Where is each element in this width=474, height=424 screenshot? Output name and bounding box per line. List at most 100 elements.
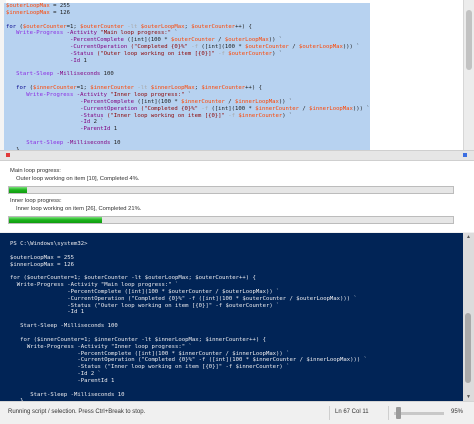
code-token: $innerLoopMax (150, 85, 195, 92)
main-progress-bar (8, 186, 454, 194)
zoom-slider-track[interactable] (394, 412, 444, 415)
editor-line[interactable]: -PercentComplete ([int](100 * $outerCoun… (4, 37, 370, 45)
status-divider (388, 406, 389, 420)
editor-scrollbar[interactable] (463, 0, 474, 150)
editor-line[interactable]: -CurrentOperation ("Completed {0}%" -f (… (4, 105, 370, 113)
editor-line[interactable] (4, 133, 370, 140)
code-token: = 255 (49, 3, 70, 9)
code-token: $outerCounter (245, 44, 289, 51)
inner-progress-fill (9, 217, 103, 223)
code-token: ))) ` (342, 44, 360, 51)
code-token: -ParentId (6, 126, 111, 133)
code-token: =1; (76, 85, 91, 92)
code-token: $innerCounter (181, 98, 225, 105)
code-token: ++) { (245, 85, 263, 92)
code-token: -CurrentOperation (6, 44, 128, 51)
editor-line[interactable]: -Id 2 ` (4, 119, 370, 127)
code-token: -lt (134, 85, 151, 92)
cursor-position: Ln 67 Col 11 (335, 409, 369, 415)
editor-line[interactable]: Start-Sleep -Milliseconds 10 (4, 139, 370, 147)
console-line: -PercentComplete ([int](100 * $outerCoun… (10, 288, 280, 295)
editor-line[interactable]: -PercentComplete ([int](100 * $innerCoun… (4, 98, 370, 106)
code-token: ) ` (282, 112, 293, 119)
code-token: $innerCounter (238, 112, 283, 119)
code-token: ([int](100 * (133, 98, 182, 105)
code-token: $outerLoopMax (299, 44, 343, 51)
zoom-slider-thumb[interactable] (396, 407, 401, 419)
scroll-up-icon[interactable]: ▲ (463, 233, 474, 241)
code-token: $innerLoopMax (235, 98, 279, 105)
code-token: ) ` (272, 50, 283, 57)
code-token: ` (184, 91, 192, 98)
editor-line[interactable]: $innerLoopMax = 126 (4, 9, 370, 17)
inner-progress-title: Inner loop progress: (10, 198, 62, 204)
code-token: $outerCounter (171, 37, 215, 44)
scroll-down-icon[interactable]: ▼ (463, 393, 474, 401)
code-token: $outerCounter (22, 23, 67, 30)
code-token: -Id (6, 119, 91, 126)
code-token: -Milliseconds (63, 139, 111, 146)
status-divider (329, 406, 330, 420)
editor-line[interactable]: -CurrentOperation ("Completed {0}%" -f (… (4, 44, 370, 51)
editor-line[interactable]: for ($outerCounter=1; $outerCounter -lt … (4, 23, 370, 31)
code-token: $innerLoopMax (6, 9, 50, 16)
code-token: -Status (6, 50, 94, 57)
editor-line[interactable] (4, 78, 370, 86)
main-progress-fill (9, 187, 27, 193)
code-token: 10 (110, 139, 121, 146)
code-token: for (6, 85, 27, 92)
code-token: for (6, 23, 17, 30)
code-token: ( (26, 85, 33, 92)
main-progress-status: Outer loop working on item [10], Complet… (16, 176, 140, 182)
console-line: -PercentComplete ([int](100 * $innerCoun… (10, 350, 290, 357)
editor-scrollbar-thumb[interactable] (466, 10, 472, 70)
script-editor-pane[interactable]: $outerLoopMax = 255 $innerLoopMax = 126 f… (0, 0, 474, 150)
code-token: $innerCounter (90, 85, 135, 92)
editor-line[interactable]: -ParentId 1 (4, 126, 370, 134)
code-token: ))) ` (352, 105, 370, 112)
collapse-right-icon[interactable] (463, 153, 467, 157)
editor-line[interactable]: $outerLoopMax = 255 (4, 3, 370, 10)
editor-line[interactable]: -Status ("Inner loop working on item [{0… (4, 112, 370, 120)
code-token: "Main loop progress:" (96, 30, 172, 37)
code-token: )) ` (268, 37, 283, 44)
progress-panel: Main loop progress: Outer loop working o… (0, 161, 474, 232)
console-pane[interactable]: PS C:\Windows\system32> $outerLoopMax = … (0, 233, 474, 401)
console-line: Start-Sleep -Milliseconds 10 (10, 391, 125, 398)
editor-line[interactable]: -Status ("Outer loop working on item [{0… (4, 50, 370, 58)
code-token: / (288, 44, 300, 51)
editor-line[interactable]: for ($innerCounter=1; $innerCounter -lt … (4, 85, 370, 92)
editor-code[interactable]: $outerLoopMax = 255 $innerLoopMax = 126 f… (4, 3, 370, 150)
collapse-left-icon[interactable] (6, 153, 10, 157)
editor-line[interactable] (4, 64, 370, 72)
editor-line[interactable]: Start-Sleep -Milliseconds 100 (4, 71, 370, 79)
code-token: "Inner loop progress:" (107, 91, 185, 98)
editor-line[interactable] (4, 16, 370, 24)
code-token: ("Completed {0}%" (137, 105, 198, 112)
code-token: 1 (110, 126, 118, 133)
editor-line[interactable]: Write-Progress -Activity "Inner loop pro… (4, 91, 370, 99)
code-token: -Milliseconds (53, 71, 101, 78)
console-line: for ($outerCounter=1; $outerCounter -lt … (10, 275, 256, 282)
code-token: $outerLoopMax (6, 3, 50, 9)
console-line: PS C:\Windows\system32> (10, 241, 88, 247)
editor-line[interactable]: Write-Progress -Activity "Main loop prog… (4, 30, 370, 38)
editor-line[interactable]: -Id 1 (4, 57, 370, 65)
console-line: -Status ("Outer loop working on item [{0… (10, 302, 280, 309)
pane-splitter-top[interactable] (0, 150, 474, 161)
code-token: -PercentComplete (6, 98, 134, 105)
code-token: ("Inner loop working on item [{0}]" (103, 112, 225, 119)
code-token: -PercentComplete (6, 37, 124, 44)
code-token: -lt (123, 23, 141, 30)
console-output[interactable]: PS C:\Windows\system32> $outerLoopMax = … (10, 241, 367, 401)
console-scrollbar[interactable]: ▲ ▼ (463, 233, 474, 401)
code-token: -Status (6, 112, 104, 119)
console-scrollbar-thumb[interactable] (465, 313, 471, 383)
